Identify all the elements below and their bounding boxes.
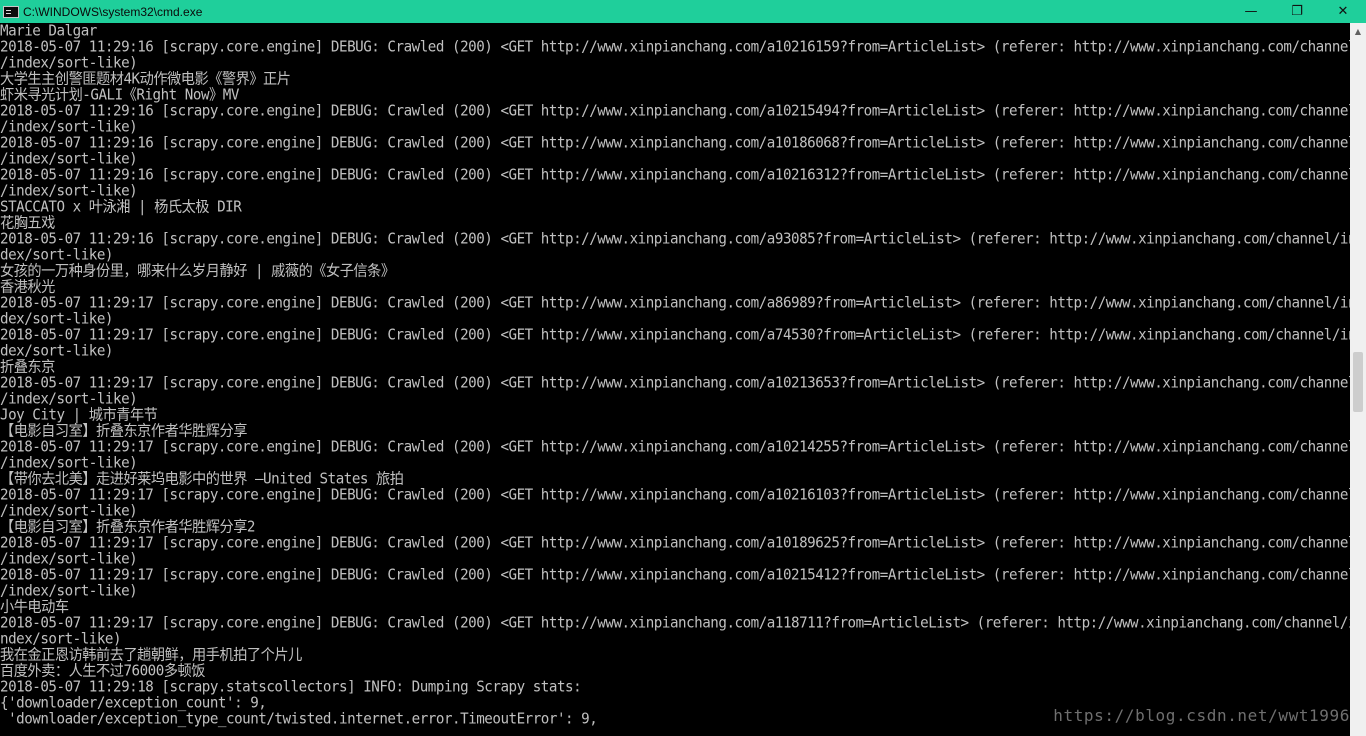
window-controls: — ❐ ✕: [1228, 0, 1366, 23]
maximize-button[interactable]: ❐: [1274, 0, 1320, 23]
cmd-app-icon: [3, 5, 19, 18]
console-line: dex/sort-like): [0, 311, 114, 328]
console-line: 2018-05-07 11:29:16 [scrapy.core.engine]…: [0, 231, 1350, 248]
console-line: 2018-05-07 11:29:16 [scrapy.core.engine]…: [0, 135, 1350, 152]
console-line: 2018-05-07 11:29:17 [scrapy.core.engine]…: [0, 535, 1350, 552]
console-line: 2018-05-07 11:29:17 [scrapy.core.engine]…: [0, 295, 1350, 312]
console-line: 花胸五戏: [0, 215, 55, 232]
watermark-text: https://blog.csdn.net/wwt1996: [1053, 706, 1350, 725]
console-line: 虾米寻光计划-GALI《Right Now》MV: [0, 87, 239, 104]
console-line: dex/sort-like): [0, 343, 114, 360]
console-line: 香港秋光: [0, 279, 55, 296]
close-button[interactable]: ✕: [1320, 0, 1366, 23]
console-line: 2018-05-07 11:29:16 [scrapy.core.engine]…: [0, 103, 1350, 120]
console-line: /index/sort-like): [0, 583, 138, 600]
console-line: dex/sort-like): [0, 247, 114, 264]
console-line: STACCATO x 叶泳湘 | 杨氏太极 DIR: [0, 199, 242, 216]
console-line: /index/sort-like): [0, 551, 138, 568]
console-line: /index/sort-like): [0, 503, 138, 520]
title-bar[interactable]: C:\WINDOWS\system32\cmd.exe — ❐ ✕: [0, 0, 1366, 23]
console-line: /index/sort-like): [0, 455, 138, 472]
console-line: 2018-05-07 11:29:17 [scrapy.core.engine]…: [0, 327, 1350, 344]
console-line: 折叠东京: [0, 359, 55, 376]
scroll-up-arrow-icon[interactable]: ▲: [1350, 23, 1366, 40]
console-line: /index/sort-like): [0, 151, 138, 168]
console-line: Joy City | 城市青年节: [0, 407, 158, 424]
console-line: /index/sort-like): [0, 183, 138, 200]
vertical-scrollbar[interactable]: ▲: [1350, 23, 1366, 736]
console-line: 2018-05-07 11:29:17 [scrapy.core.engine]…: [0, 487, 1350, 504]
console-line: 百度外卖：人生不过76000多顿饭: [0, 663, 205, 680]
console-line: Marie Dalgar: [0, 23, 97, 40]
console-line: 2018-05-07 11:29:16 [scrapy.core.engine]…: [0, 167, 1350, 184]
console-line: 大学生主创警匪题材4K动作微电影《警界》正片: [0, 71, 291, 88]
console-line: 2018-05-07 11:29:16 [scrapy.core.engine]…: [0, 39, 1350, 56]
console-line: 小牛电动车: [0, 599, 69, 616]
console-line: 2018-05-07 11:29:17 [scrapy.core.engine]…: [0, 567, 1350, 584]
console-line: /index/sort-like): [0, 119, 138, 136]
console-line: 【电影自习室】折叠东京作者华胜辉分享: [0, 423, 247, 440]
console-line: 2018-05-07 11:29:17 [scrapy.core.engine]…: [0, 439, 1350, 456]
console-line: 女孩的一万种身份里，哪来什么岁月静好 | 戚薇的《女子信条》: [0, 263, 395, 280]
console-line: 2018-05-07 11:29:17 [scrapy.core.engine]…: [0, 375, 1350, 392]
console-output[interactable]: Marie Dalgar 2018-05-07 11:29:16 [scrapy.…: [0, 23, 1350, 736]
console-line: 【电影自习室】折叠东京作者华胜辉分享2: [0, 519, 255, 536]
console-line: 2018-05-07 11:29:17 [scrapy.core.engine]…: [0, 615, 1350, 632]
scroll-thumb[interactable]: [1353, 352, 1363, 412]
console-line: 2018-05-07 11:29:18 [scrapy.statscollect…: [0, 679, 582, 696]
console-line: 【带你去北美】走进好莱坞电影中的世界 —United States 旅拍: [0, 471, 404, 488]
minimize-button[interactable]: —: [1228, 0, 1274, 23]
console-line: /index/sort-like): [0, 55, 138, 72]
console-line: ndex/sort-like): [0, 631, 122, 648]
window-title: C:\WINDOWS\system32\cmd.exe: [23, 4, 203, 19]
console-line: 我在金正恩访韩前去了趟朝鲜，用手机拍了个片儿: [0, 647, 302, 664]
console-line: /index/sort-like): [0, 391, 138, 408]
